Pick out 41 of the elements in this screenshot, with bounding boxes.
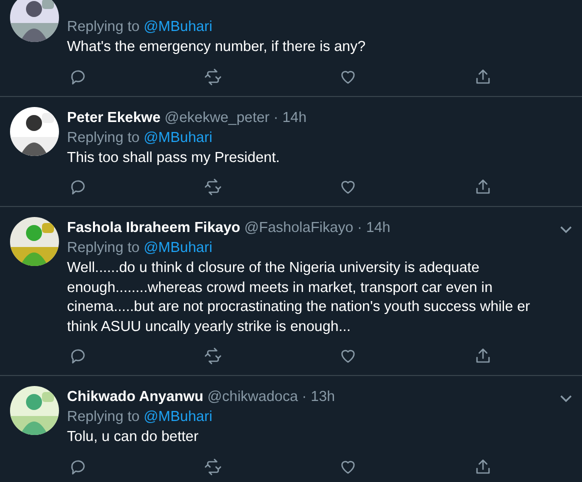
user-handle[interactable]: @FasholaFikayo (244, 218, 354, 238)
retweet-icon (204, 178, 222, 196)
share-icon (474, 347, 492, 365)
tweet-text: Tolu, u can do better (67, 428, 200, 447)
retweet-icon (204, 68, 222, 86)
separator-dot: · (357, 219, 362, 238)
replying-label: Replying to (67, 19, 140, 35)
retweet-icon (204, 458, 222, 476)
tweet-row[interactable]: Peter Ekekwe @ekekwe_peter · 14h Replying to @MBuhari This too shall pass my President. (0, 96, 582, 207)
mention-link[interactable]: @MBuhari (144, 130, 212, 146)
speech-bubble-icon (69, 458, 87, 476)
share-icon (474, 458, 492, 476)
tweet-time[interactable]: 14h (282, 108, 307, 128)
user-handle[interactable]: @ekekwe_peter (164, 108, 270, 128)
mention-link[interactable]: @MBuhari (144, 240, 212, 256)
separator-dot: · (302, 388, 307, 407)
retweet-icon (204, 347, 222, 365)
user-handle[interactable]: @chikwadoca (207, 387, 298, 407)
tweet-text: This too shall pass my President. (67, 148, 281, 168)
mention-link[interactable]: @MBuhari (144, 409, 212, 425)
share-icon (474, 178, 492, 196)
user-name[interactable]: Fashola Ibraheem Fikayo (67, 218, 240, 238)
heart-icon (339, 178, 357, 196)
share-icon (474, 68, 492, 86)
mention-link[interactable]: @MBuhari (144, 19, 212, 35)
tweet-row[interactable]: Chikwado Anyanwu @chikwadoca · 13h Replying to @MBuhari Tolu, u can do better (0, 376, 582, 482)
tweet-text: Well......do u think d closure of the Nigeria university is adequate enough........whereas crowd meets in market, transport car even in cinema.....but are not procrastinating the nation's youth success while er think ASUU uncally yearly strike is enough... (67, 259, 531, 336)
tweet-time[interactable]: 13h (310, 387, 335, 407)
speech-bubble-icon (69, 68, 87, 86)
user-name[interactable]: Chikwado Anyanwu (67, 387, 204, 407)
tweet-time[interactable]: 14h (366, 218, 390, 238)
heart-icon (339, 347, 357, 365)
speech-bubble-icon (69, 347, 87, 365)
user-name[interactable]: Peter Ekekwe (67, 108, 161, 128)
replying-label: Replying to (67, 409, 140, 425)
tweet-text: What's the emergency number, if there is any? (67, 38, 367, 57)
speech-bubble-icon (69, 178, 87, 196)
replying-label: Replying to (67, 130, 140, 146)
tweet-row[interactable]: Replying to @MBuhari What's the emergency number, if there is any? (0, 0, 582, 96)
replying-label: Replying to (67, 240, 140, 256)
separator-dot: · (274, 108, 278, 128)
